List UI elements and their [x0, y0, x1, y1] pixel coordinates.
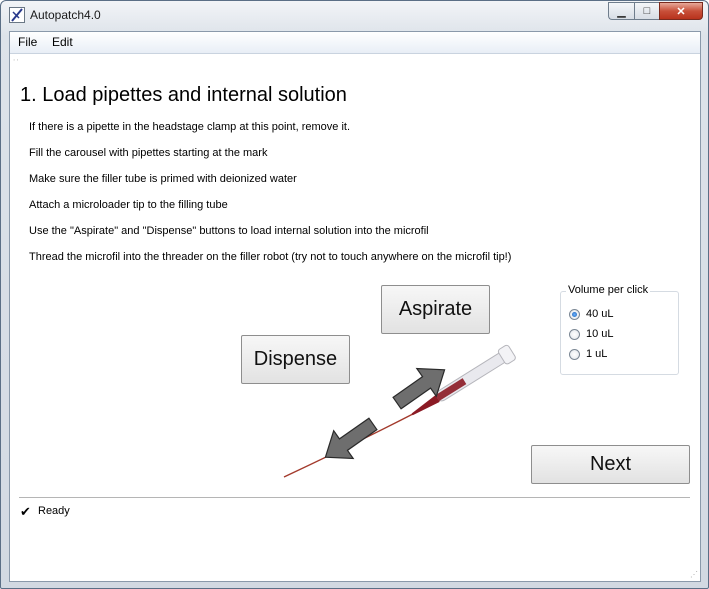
minimize-icon: ▁: [617, 5, 626, 18]
menu-bar: File Edit: [10, 32, 700, 54]
title-bar[interactable]: Autopatch4.0 ▁ □ ✕: [1, 1, 708, 29]
volume-group-title: Volume per click: [566, 284, 651, 296]
instruction-text: Attach a microloader tip to the filling …: [29, 199, 228, 211]
volume-option-label: 1 uL: [586, 348, 608, 360]
volume-option-40[interactable]: 40 uL: [569, 308, 614, 320]
toolbar-handle[interactable]: ∙∙: [13, 55, 19, 64]
status-text: Ready: [38, 505, 70, 517]
window-title: Autopatch4.0: [30, 8, 101, 22]
client-area: File Edit ∙∙ 1. Load pipettes and intern…: [9, 31, 701, 582]
next-button[interactable]: Next: [531, 445, 690, 484]
dispense-arrow-icon: [324, 417, 378, 460]
volume-option-1[interactable]: 1 uL: [569, 348, 607, 360]
volume-option-label: 10 uL: [586, 328, 614, 340]
aspirate-button[interactable]: Aspirate: [381, 285, 490, 334]
close-icon: ✕: [676, 5, 686, 18]
dispense-button[interactable]: Dispense: [241, 335, 350, 384]
radio-icon[interactable]: [569, 348, 580, 360]
app-window: Autopatch4.0 ▁ □ ✕ File Edit ∙∙ 1. Load …: [0, 0, 709, 589]
status-separator: [19, 497, 690, 499]
radio-selected-icon[interactable]: [569, 308, 580, 320]
status-check-icon: ✔: [20, 504, 31, 519]
page-title: 1. Load pipettes and internal solution: [20, 84, 347, 106]
maximize-icon: □: [643, 5, 651, 17]
volume-option-10[interactable]: 10 uL: [569, 328, 614, 340]
menu-edit[interactable]: Edit: [50, 35, 75, 49]
minimize-button[interactable]: ▁: [608, 2, 634, 20]
instruction-text: Fill the carousel with pipettes starting…: [29, 147, 268, 159]
resize-grip-icon[interactable]: ⋰: [690, 570, 698, 579]
instruction-text: If there is a pipette in the headstage c…: [29, 121, 351, 133]
volume-groupbox: Volume per click 40 uL 10 uL 1 uL: [560, 284, 679, 375]
close-button[interactable]: ✕: [659, 2, 703, 20]
app-pipette-icon[interactable]: [9, 7, 25, 23]
caption-buttons: ▁ □ ✕: [608, 2, 703, 21]
radio-icon[interactable]: [569, 328, 580, 340]
menu-file[interactable]: File: [16, 35, 39, 49]
instruction-text: Thread the microfil into the threader on…: [29, 251, 512, 263]
instruction-text: Use the "Aspirate" and "Dispense" button…: [29, 225, 429, 237]
instruction-text: Make sure the filler tube is primed with…: [29, 173, 297, 185]
maximize-button[interactable]: □: [634, 2, 659, 20]
volume-option-label: 40 uL: [586, 308, 614, 320]
